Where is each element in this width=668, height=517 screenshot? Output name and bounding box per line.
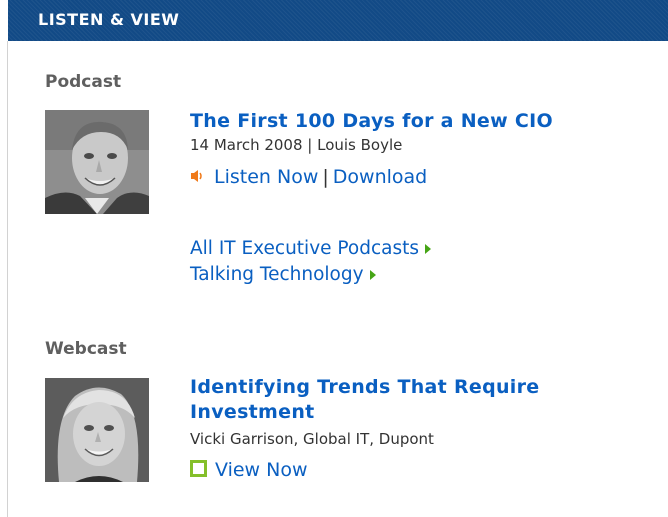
webcast-actions: View Now <box>190 459 308 481</box>
all-podcasts-label[interactable]: All IT Executive Podcasts <box>190 238 419 259</box>
webcast-title-link-line1[interactable]: Identifying Trends That Require <box>190 375 539 399</box>
panel-left-border <box>7 41 8 517</box>
arrow-right-icon <box>425 244 432 254</box>
section-header: LISTEN & VIEW <box>8 0 668 41</box>
download-link[interactable]: Download <box>333 166 427 188</box>
talking-technology-label[interactable]: Talking Technology <box>190 264 364 285</box>
webcast-meta: Vicki Garrison, Global IT, Dupont <box>190 430 434 448</box>
talking-technology-link[interactable]: Talking Technology <box>190 264 376 286</box>
view-now-link[interactable]: View Now <box>215 459 308 481</box>
header-title: LISTEN & VIEW <box>38 10 180 29</box>
action-separator: | <box>322 166 329 188</box>
podcast-actions: Listen Now | Download <box>190 166 427 188</box>
podcast-meta: 14 March 2008 | Louis Boyle <box>190 136 403 154</box>
view-box-icon[interactable] <box>190 460 207 477</box>
all-it-executive-podcasts-link[interactable]: All IT Executive Podcasts <box>190 238 432 260</box>
podcast-heading: Podcast <box>45 72 122 92</box>
arrow-right-icon <box>369 270 376 280</box>
woman-portrait-icon <box>45 378 149 482</box>
webcast-title-link-line2[interactable]: Investment <box>190 400 315 424</box>
podcast-title-link[interactable]: The First 100 Days for a New CIO <box>190 109 553 133</box>
podcast-speaker-photo[interactable] <box>45 110 149 214</box>
speaker-icon[interactable] <box>190 169 204 183</box>
webcast-heading: Webcast <box>45 339 127 359</box>
man-portrait-icon <box>45 110 149 214</box>
webcast-speaker-photo[interactable] <box>45 378 149 482</box>
listen-now-link[interactable]: Listen Now <box>214 166 318 188</box>
